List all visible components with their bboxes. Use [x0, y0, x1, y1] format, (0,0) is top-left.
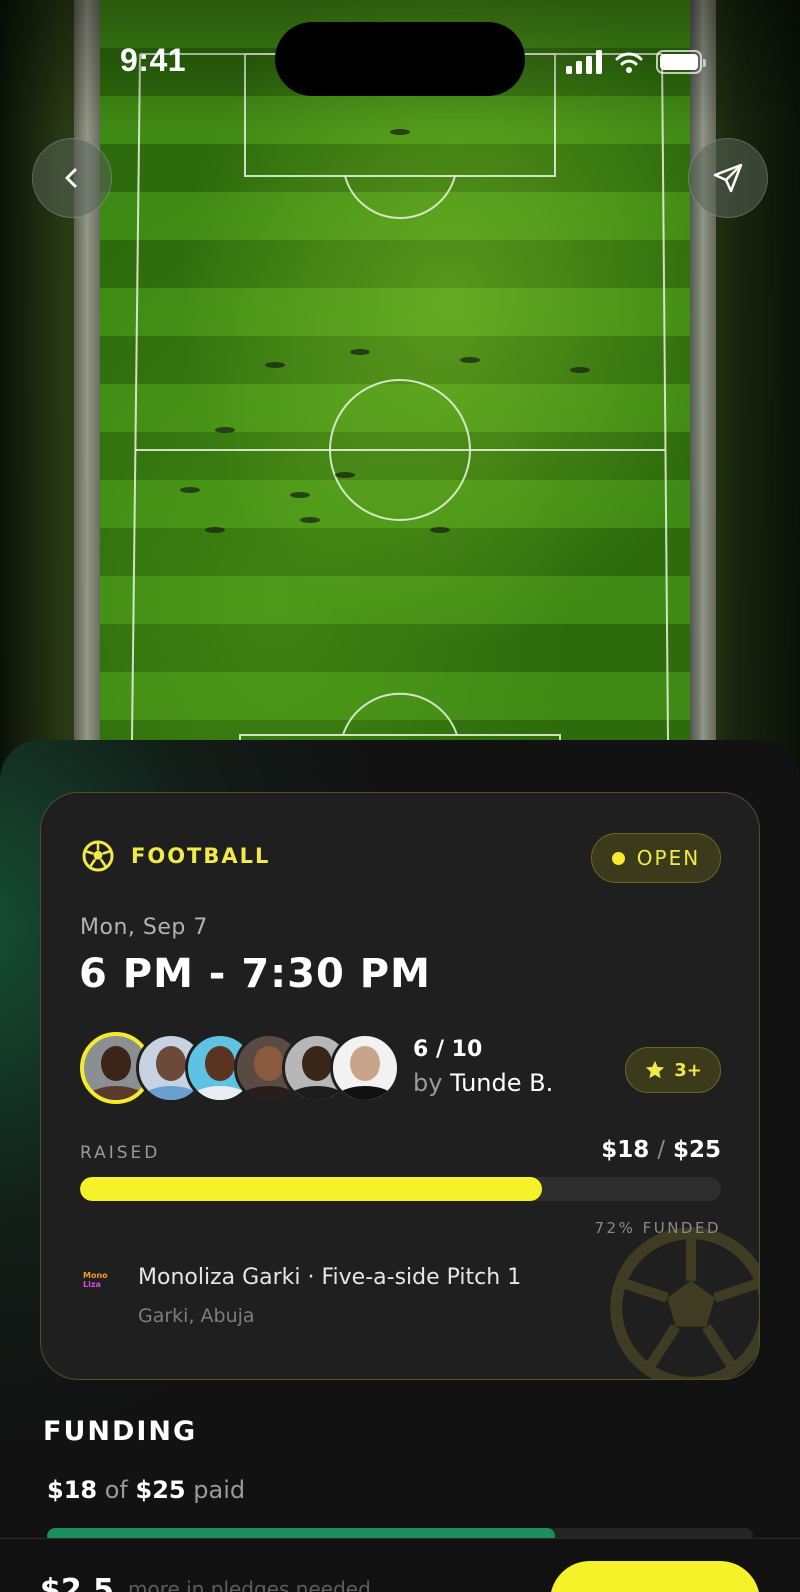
raised-separator: /: [657, 1137, 665, 1163]
funding-of: of: [104, 1476, 128, 1504]
sport-tag: FOOTBALL: [81, 839, 270, 873]
funding-total: $25: [135, 1476, 186, 1504]
funding-summary: $18 of $25 paid: [47, 1476, 245, 1504]
status-badge: OPEN: [591, 833, 721, 883]
chevron-left-icon: [65, 168, 77, 188]
bottom-action-bar: $2.5 more in pledges needed: [0, 1538, 800, 1592]
dynamic-island: [275, 22, 525, 96]
raised-label: RAISED: [80, 1143, 161, 1163]
raised-current: $18: [601, 1137, 650, 1163]
raised-progress-bar: [80, 1177, 721, 1201]
details-sheet: FOOTBALL OPEN Mon, Sep 7 6 PM - 7:30 PM: [0, 740, 800, 1592]
hero-image: [0, 0, 800, 770]
raised-progress-fill: [80, 1177, 542, 1201]
sport-label: FOOTBALL: [131, 844, 271, 868]
rating-label: 3+: [674, 1059, 702, 1081]
player-avatars[interactable]: [80, 1032, 400, 1104]
soccer-ball-watermark-icon: [610, 1227, 759, 1379]
venue-logo-line2: Liza: [83, 1280, 101, 1289]
host-name[interactable]: Tunde B.: [450, 1069, 553, 1097]
pledge-needed-text: more in pledges needed: [128, 1577, 371, 1592]
funded-label: 72% FUNDED: [594, 1219, 721, 1237]
pledge-amount: $2.5: [40, 1573, 115, 1592]
venue-logo-line1: Mono: [83, 1271, 108, 1280]
wifi-icon: [615, 52, 643, 73]
pledge-button[interactable]: [550, 1561, 760, 1592]
status-label: OPEN: [636, 846, 701, 870]
star-icon: [646, 1060, 665, 1079]
player-count: 6 / 10: [413, 1037, 483, 1062]
send-icon: [713, 163, 743, 193]
raised-target: $25: [672, 1137, 721, 1163]
funding-paid-suffix: paid: [193, 1476, 246, 1504]
battery-icon: [656, 50, 706, 74]
avatar[interactable]: [330, 1033, 400, 1103]
status-time: 9:41: [120, 42, 187, 78]
game-card[interactable]: FOOTBALL OPEN Mon, Sep 7 6 PM - 7:30 PM: [40, 792, 760, 1380]
status-dot-icon: [611, 851, 625, 865]
venue-logo: Mono Liza: [83, 1271, 113, 1291]
status-icons: [566, 50, 706, 74]
host-line: by Tunde B.: [413, 1069, 553, 1097]
share-button[interactable]: [688, 138, 768, 218]
venue-name[interactable]: Monoliza Garki · Five-a-side Pitch 1: [138, 1265, 521, 1290]
host-prefix: by: [413, 1069, 443, 1097]
cellular-signal-icon: [566, 50, 602, 74]
funding-section-title: FUNDING: [43, 1416, 198, 1447]
back-button[interactable]: [32, 138, 112, 218]
game-date: Mon, Sep 7: [80, 915, 208, 940]
raised-amount: $18 / $25: [561, 1137, 721, 1163]
soccer-ball-icon: [82, 840, 114, 872]
rating-badge: 3+: [625, 1047, 721, 1093]
game-time: 6 PM - 7:30 PM: [79, 951, 431, 997]
funding-paid: $18: [47, 1476, 98, 1504]
venue-city: Garki, Abuja: [138, 1305, 255, 1327]
